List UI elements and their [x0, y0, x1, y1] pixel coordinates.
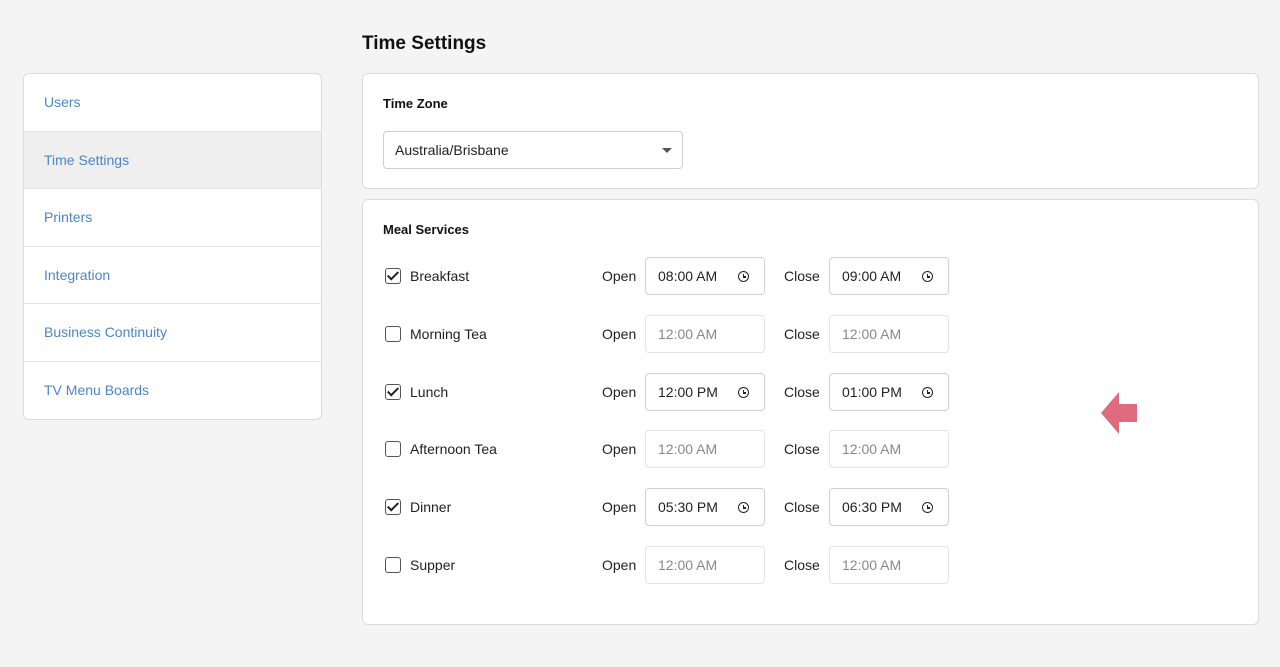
sidebar-item-business-continuity[interactable]: Business Continuity [24, 304, 321, 362]
time-value: 01:00 PM [842, 384, 902, 400]
time-value: 09:00 AM [842, 268, 902, 284]
time-value: 12:00 AM [842, 326, 902, 342]
sidebar-item-label: TV Menu Boards [44, 382, 150, 399]
page-title: Time Settings [362, 33, 487, 54]
clock-icon[interactable] [738, 502, 749, 513]
meal-row-morning-tea: Morning Tea Open 12:00 AM Close 12:00 AM [363, 315, 1258, 353]
meal-row-breakfast: Breakfast Open 08:00 AM Close 09:00 AM [363, 257, 1258, 295]
close-label: Close [784, 441, 820, 457]
clock-icon[interactable] [922, 502, 933, 513]
time-value: 12:00 AM [658, 441, 718, 457]
dinner-checkbox[interactable] [385, 499, 401, 515]
time-zone-select[interactable]: Australia/Brisbane [383, 131, 683, 169]
sidebar-item-label: Users [44, 94, 81, 111]
sidebar-item-printers[interactable]: Printers [24, 189, 321, 247]
open-label: Open [602, 268, 637, 284]
supper-close-time-input: 12:00 AM [829, 546, 949, 584]
time-zone-value: Australia/Brisbane [395, 142, 509, 158]
meal-services-title: Meal Services [383, 222, 470, 237]
meal-name: Morning Tea [410, 326, 487, 342]
time-value: 12:00 AM [842, 441, 902, 457]
time-zone-card: Time Zone Australia/Brisbane [362, 73, 1259, 189]
morning-tea-open-time-input: 12:00 AM [645, 315, 765, 353]
clock-icon[interactable] [738, 271, 749, 282]
morning-tea-checkbox[interactable] [385, 326, 401, 342]
open-label: Open [602, 384, 637, 400]
lunch-checkbox[interactable] [385, 384, 401, 400]
open-label: Open [602, 499, 637, 515]
time-value: 12:00 AM [658, 326, 718, 342]
sidebar-item-tv-menu-boards[interactable]: TV Menu Boards [24, 362, 321, 420]
meal-name: Supper [410, 557, 456, 573]
meal-name: Afternoon Tea [410, 441, 497, 457]
morning-tea-close-time-input: 12:00 AM [829, 315, 949, 353]
sidebar-item-label: Business Continuity [44, 324, 167, 341]
clock-icon[interactable] [922, 387, 933, 398]
afternoon-tea-open-time-input: 12:00 AM [645, 430, 765, 468]
dinner-open-time-input[interactable]: 05:30 PM [645, 488, 765, 526]
close-label: Close [784, 557, 820, 573]
afternoon-tea-close-time-input: 12:00 AM [829, 430, 949, 468]
clock-icon[interactable] [922, 271, 933, 282]
lunch-close-time-input[interactable]: 01:00 PM [829, 373, 949, 411]
time-zone-title: Time Zone [383, 96, 448, 111]
meal-name: Dinner [410, 499, 452, 515]
meal-name: Breakfast [410, 268, 470, 284]
meal-row-dinner: Dinner Open 05:30 PM Close 06:30 PM [363, 488, 1258, 526]
supper-checkbox[interactable] [385, 557, 401, 573]
sidebar-item-integration[interactable]: Integration [24, 247, 321, 304]
sidebar-item-label: Time Settings [44, 151, 130, 168]
time-value: 12:00 AM [658, 557, 718, 573]
chevron-down-icon [662, 148, 672, 153]
clock-icon[interactable] [738, 387, 749, 398]
open-label: Open [602, 441, 637, 457]
open-label: Open [602, 326, 637, 342]
breakfast-open-time-input[interactable]: 08:00 AM [645, 257, 765, 295]
time-value: 05:30 PM [658, 499, 718, 515]
meal-row-supper: Supper Open 12:00 AM Close 12:00 AM [363, 546, 1258, 584]
sidebar-item-time-settings[interactable]: Time Settings [24, 131, 321, 189]
breakfast-checkbox[interactable] [385, 268, 401, 284]
meal-name: Lunch [410, 384, 449, 400]
time-value: 08:00 AM [658, 268, 718, 284]
close-label: Close [784, 326, 820, 342]
time-value: 12:00 AM [842, 557, 902, 573]
sidebar-item-users[interactable]: Users [24, 74, 321, 132]
time-value: 12:00 PM [658, 384, 718, 400]
supper-open-time-input: 12:00 AM [645, 546, 765, 584]
lunch-open-time-input[interactable]: 12:00 PM [645, 373, 765, 411]
time-value: 06:30 PM [842, 499, 902, 515]
settings-sidebar: Users Time Settings Printers Integration… [23, 73, 322, 420]
afternoon-tea-checkbox[interactable] [385, 441, 401, 457]
arrow-left-icon [1101, 392, 1137, 434]
close-label: Close [784, 268, 820, 284]
close-label: Close [784, 384, 820, 400]
open-label: Open [602, 557, 637, 573]
breakfast-close-time-input[interactable]: 09:00 AM [829, 257, 949, 295]
meal-row-afternoon-tea: Afternoon Tea Open 12:00 AM Close 12:00 … [363, 430, 1258, 468]
sidebar-item-label: Integration [44, 266, 111, 283]
close-label: Close [784, 499, 820, 515]
dinner-close-time-input[interactable]: 06:30 PM [829, 488, 949, 526]
sidebar-item-label: Printers [44, 209, 93, 226]
